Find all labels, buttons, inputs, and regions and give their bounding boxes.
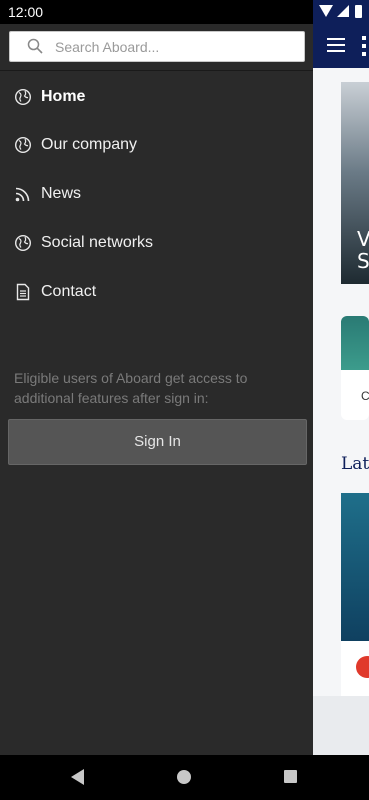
status-icons xyxy=(313,0,369,24)
system-navigation-bar xyxy=(0,755,369,800)
search-icon xyxy=(27,38,43,54)
card-title: C xyxy=(361,389,369,403)
menu-label-news: News xyxy=(41,185,82,202)
signal-icon xyxy=(337,5,349,17)
background-app: V S C Lat xyxy=(313,24,369,755)
menu-label-our-company: Our company xyxy=(41,136,138,153)
news-badge xyxy=(356,656,369,678)
menu-label-home: Home xyxy=(41,88,86,105)
app-top-bar xyxy=(313,24,369,68)
back-icon[interactable] xyxy=(71,769,84,785)
home-icon[interactable] xyxy=(177,770,191,784)
menu-label-social-networks: Social networks xyxy=(41,234,154,251)
menu-item-home[interactable]: Home xyxy=(0,80,313,116)
menu-item-contact[interactable]: Contact xyxy=(0,275,313,311)
hero-title: V S xyxy=(357,227,369,273)
menu-item-our-company[interactable]: Our company xyxy=(0,128,313,164)
document-icon xyxy=(16,283,30,301)
signin-note: Eligible users of Aboard get access to a… xyxy=(14,370,248,406)
menu-label-contact: Contact xyxy=(41,283,97,300)
app-bottom-area xyxy=(313,696,369,755)
globe-icon xyxy=(14,234,32,252)
rss-icon xyxy=(15,187,30,202)
news-image xyxy=(341,493,369,641)
feature-card[interactable]: C xyxy=(341,316,369,420)
status-time: 12:00 xyxy=(8,4,44,20)
globe-icon xyxy=(14,136,32,154)
hamburger-menu-icon[interactable] xyxy=(327,38,345,52)
battery-icon xyxy=(355,5,362,18)
news-card[interactable] xyxy=(341,493,369,698)
globe-icon xyxy=(14,88,32,106)
menu-item-social-networks[interactable]: Social networks xyxy=(0,226,313,262)
hero-banner[interactable]: V S xyxy=(341,82,369,284)
wifi-icon xyxy=(319,5,333,17)
card-thumbnail xyxy=(341,316,369,370)
search-box[interactable] xyxy=(9,31,305,62)
recent-apps-icon[interactable] xyxy=(284,770,297,783)
section-title: Lat xyxy=(341,454,369,474)
more-options-icon[interactable] xyxy=(362,36,366,56)
search-bar-container xyxy=(0,24,313,71)
search-input[interactable] xyxy=(55,32,295,61)
menu-item-news[interactable]: News xyxy=(0,177,313,213)
sign-in-button[interactable]: Sign In xyxy=(8,419,307,465)
status-bar: 12:00 xyxy=(0,0,369,24)
navigation-drawer: Home Our company News Social networks xyxy=(0,24,313,755)
